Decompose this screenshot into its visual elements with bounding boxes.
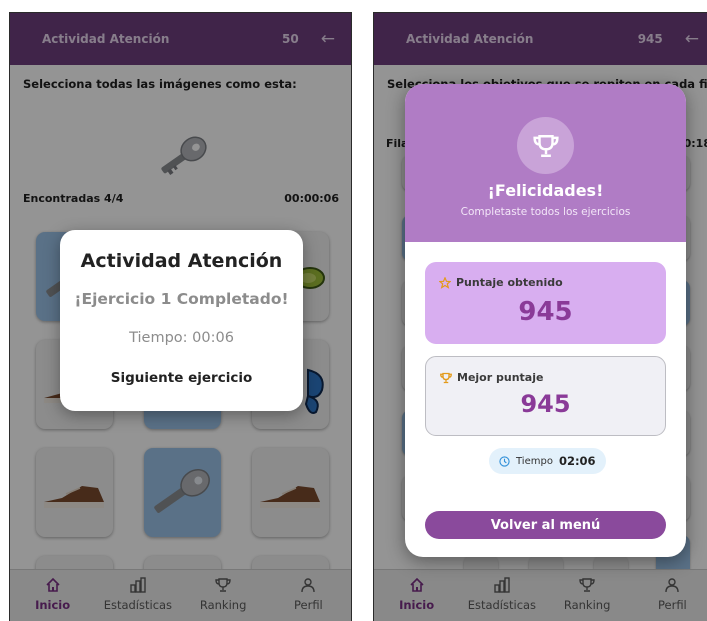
best-score-label: Mejor puntaje — [457, 371, 544, 384]
score-card-label: Puntaje obtenido — [439, 276, 563, 289]
star-icon — [439, 276, 451, 289]
dialog-subtitle: ¡Ejercicio 1 Completado! — [74, 290, 289, 308]
dialog-time: Tiempo: 00:06 — [129, 330, 234, 346]
score-value: 945 — [518, 297, 573, 327]
dialog-subtitle: Completaste todos los ejercicios — [460, 206, 631, 218]
best-score-value: 945 — [520, 390, 571, 418]
left-phone-screen: Actividad Atención 50 ← Selecciona todas… — [9, 12, 352, 621]
time-chip: Tiempo 02:06 — [489, 448, 606, 474]
trophy-icon — [440, 372, 452, 383]
trophy-icon — [517, 117, 574, 174]
score-label: Puntaje obtenido — [456, 276, 563, 289]
right-phone-screen: Actividad Atención 945 ← Selecciona los … — [373, 12, 707, 621]
dialog-header: ¡Felicidades! Completaste todos los ejer… — [405, 84, 686, 242]
best-card-label: Mejor puntaje — [440, 371, 543, 384]
clock-icon — [499, 455, 510, 467]
dialog-title: ¡Felicidades! — [487, 181, 604, 200]
exercise-complete-dialog: Actividad Atención ¡Ejercicio 1 Completa… — [60, 230, 303, 411]
score-card: Puntaje obtenido 945 — [425, 262, 666, 344]
congratulations-dialog: ¡Felicidades! Completaste todos los ejer… — [405, 84, 686, 557]
next-exercise-button[interactable]: Siguiente ejercicio — [60, 370, 303, 386]
time-label: Tiempo — [516, 455, 553, 467]
time-value: 02:06 — [558, 454, 596, 468]
dialog-title: Actividad Atención — [80, 250, 283, 272]
back-to-menu-button[interactable]: Volver al menú — [425, 511, 666, 539]
best-score-card: Mejor puntaje 945 — [425, 356, 666, 436]
